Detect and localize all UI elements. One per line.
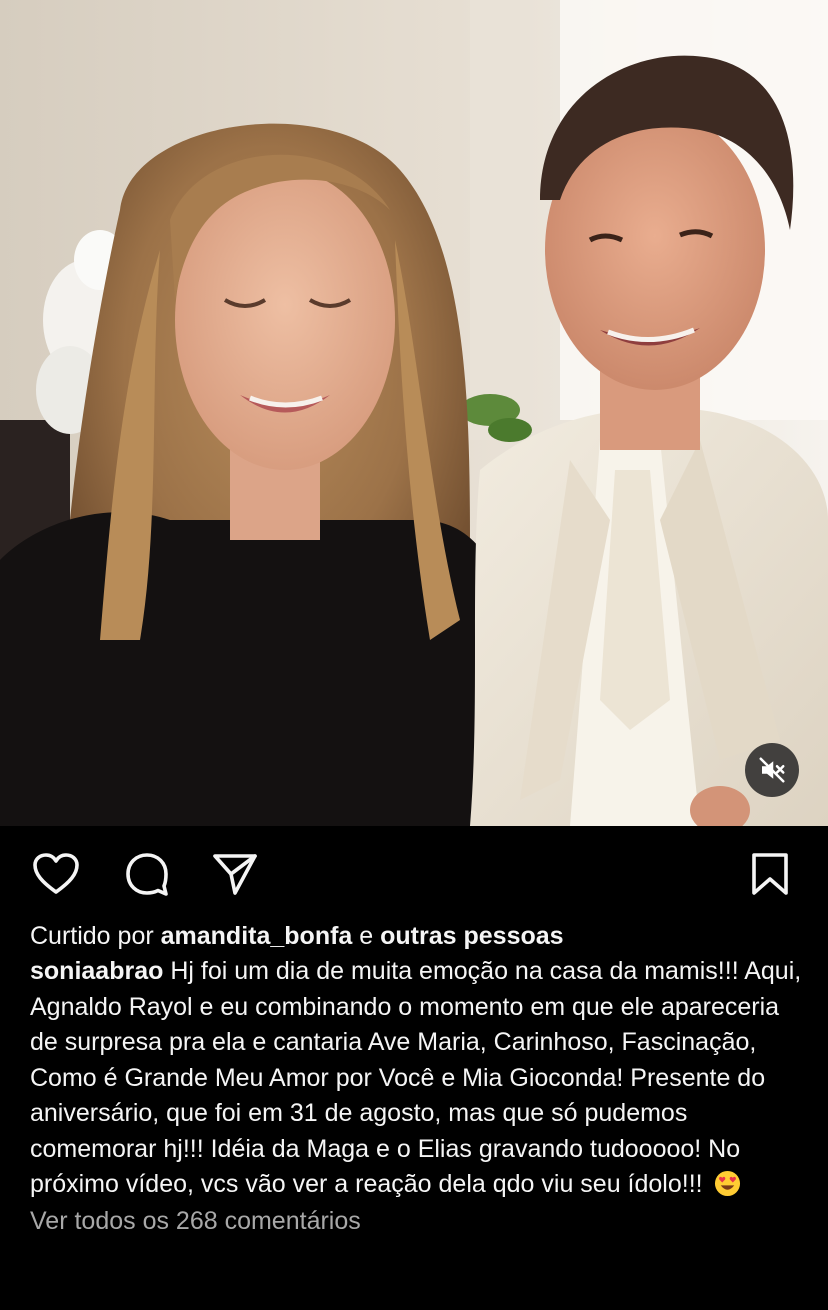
mute-button[interactable]	[745, 743, 799, 797]
save-button[interactable]	[746, 850, 794, 898]
caption-username-link[interactable]: soniaabrao	[30, 957, 163, 985]
likes-conjunction: e	[359, 922, 374, 950]
comment-icon	[126, 853, 168, 896]
heart-eyes-emoji-icon	[714, 1170, 740, 1197]
instagram-post: Curtido por amandita_bonfa e outras pess…	[0, 0, 828, 1310]
bookmark-icon	[752, 853, 788, 895]
post-action-bar	[0, 826, 828, 918]
speaker-muted-icon	[759, 757, 785, 783]
post-text-area: Curtido por amandita_bonfa e outras pess…	[30, 918, 810, 1239]
post-caption: soniaabrao Hj foi um dia de muita emoção…	[30, 954, 810, 1203]
liked-by-user-link[interactable]: amandita_bonfa	[161, 922, 353, 950]
share-button[interactable]	[211, 850, 259, 898]
other-likers-link[interactable]: outras pessoas	[380, 922, 563, 950]
comment-button[interactable]	[123, 850, 171, 898]
likes-summary: Curtido por amandita_bonfa e outras pess…	[30, 918, 810, 954]
likes-prefix: Curtido por	[30, 922, 154, 950]
like-button[interactable]	[32, 850, 80, 898]
video-frame-illustration	[0, 0, 828, 826]
heart-icon	[33, 853, 79, 894]
post-video[interactable]	[0, 0, 828, 826]
caption-text: Hj foi um dia de muita emoção na casa da…	[30, 957, 802, 1198]
view-all-comments-link[interactable]: Ver todos os 268 comentários	[30, 1203, 810, 1239]
paper-plane-icon	[213, 854, 257, 895]
